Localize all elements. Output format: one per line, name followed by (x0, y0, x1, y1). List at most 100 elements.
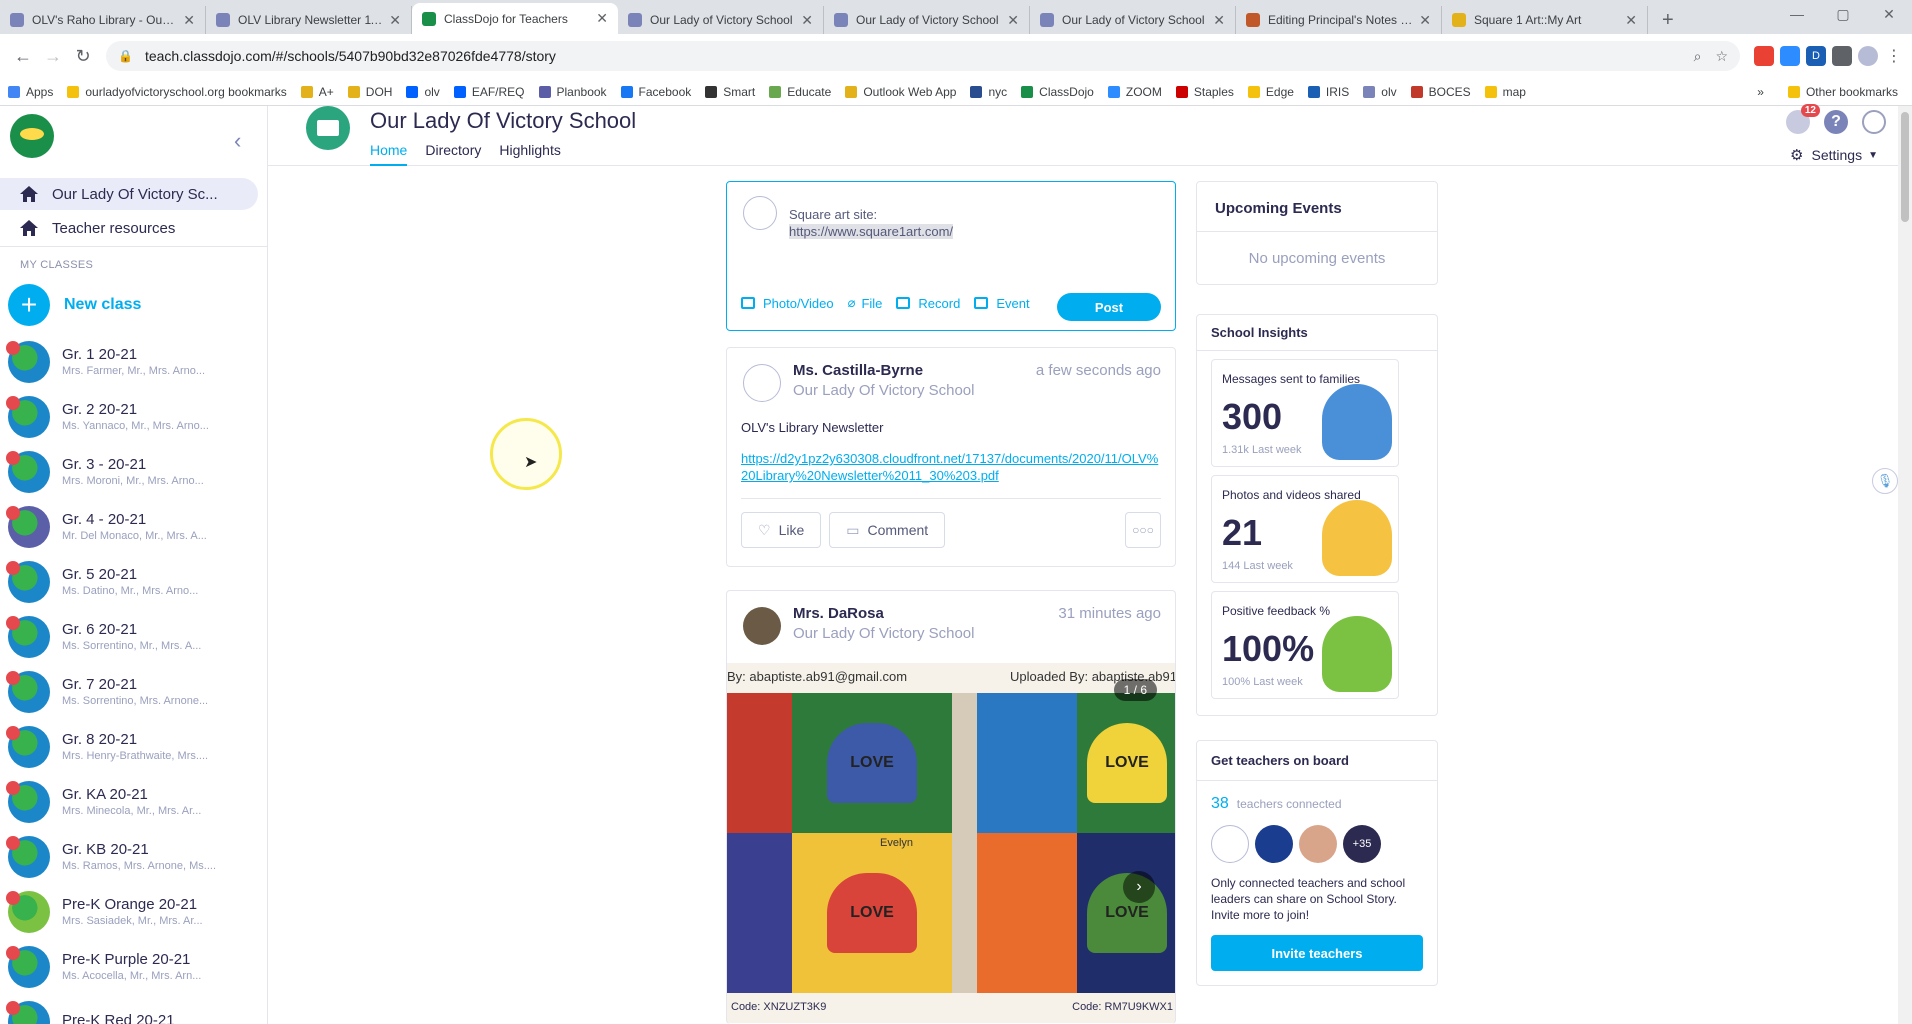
browser-tab[interactable]: Our Lady of Victory School ✕ (618, 6, 824, 34)
bookmark-item[interactable]: Planbook (538, 85, 607, 99)
post-author[interactable]: Mrs. DaRosa (793, 605, 884, 622)
notifications-icon[interactable]: 12 (1786, 104, 1820, 134)
back-icon[interactable]: ← (8, 41, 38, 71)
class-item[interactable]: Gr. 7 20-21 Ms. Sorrentino, Mrs. Arnone..… (0, 664, 267, 719)
bookmark-item[interactable]: olv (1363, 85, 1397, 99)
other-bookmarks[interactable]: Other bookmarks (1787, 85, 1898, 99)
invite-teachers-button[interactable]: Invite teachers (1211, 935, 1423, 971)
close-tab-icon[interactable]: ✕ (1007, 12, 1019, 29)
tab-directory[interactable]: Directory (425, 142, 481, 166)
class-item[interactable]: Gr. KB 20-21 Ms. Ramos, Mrs. Arnone, Ms..… (0, 829, 267, 884)
more-bookmarks-icon[interactable]: » (1757, 85, 1764, 99)
browser-tab[interactable]: ClassDojo for Teachers ✕ (412, 3, 618, 34)
new-class-button[interactable]: + New class (8, 284, 141, 326)
browser-tab[interactable]: Editing Principal's Notes - S ✕ (1236, 6, 1442, 34)
photo-video-button[interactable]: Photo/Video (741, 296, 834, 311)
author-avatar[interactable] (743, 607, 781, 645)
scrollbar-thumb[interactable] (1901, 112, 1909, 222)
post-composer[interactable]: Square art site: https://www.square1art.… (726, 181, 1176, 331)
zoom-extension-icon[interactable] (1780, 46, 1800, 66)
extension-icon[interactable] (1754, 46, 1774, 66)
close-tab-icon[interactable]: ✕ (1419, 12, 1431, 29)
browser-tab[interactable]: Our Lady of Victory School ✕ (824, 6, 1030, 34)
bookmark-item[interactable]: Edge (1247, 85, 1294, 99)
close-tab-icon[interactable]: ✕ (596, 10, 608, 27)
classdojo-logo[interactable] (10, 114, 54, 158)
scrollbar[interactable] (1898, 106, 1912, 1024)
browser-tab[interactable]: Our Lady of Victory School ✕ (1030, 6, 1236, 34)
record-button[interactable]: Record (896, 296, 960, 311)
like-button[interactable]: ♡ Like (741, 512, 822, 548)
browser-tab[interactable]: OLV Library Newsletter 11/3 ✕ (206, 6, 412, 34)
bookmark-item[interactable]: nyc (970, 85, 1007, 99)
bookmark-item[interactable]: Smart (705, 85, 755, 99)
sidebar-item-teacher-resources[interactable]: Teacher resources (0, 212, 258, 244)
class-item[interactable]: Gr. 5 20-21 Ms. Datino, Mr., Mrs. Arno... (0, 554, 267, 609)
profile-icon[interactable] (1858, 46, 1878, 66)
post-button[interactable]: Post (1057, 293, 1161, 321)
post-link[interactable]: https://d2y1pz2y630308.cloudfront.net/17… (741, 450, 1161, 484)
forward-icon[interactable]: → (38, 41, 68, 71)
menu-icon[interactable]: ⋮ (1884, 46, 1904, 66)
star-icon[interactable]: ☆ (1715, 48, 1728, 65)
post-photo[interactable]: By: abaptiste.ab91@gmail.com Uploaded By… (727, 663, 1175, 1023)
composer-text[interactable]: Square art site: https://www.square1art.… (789, 206, 954, 240)
class-item[interactable]: Gr. 2 20-21 Ms. Yannaco, Mr., Mrs. Arno..… (0, 389, 267, 444)
reload-icon[interactable]: ↻ (68, 41, 98, 71)
class-item[interactable]: Pre-K Red 20-21 (0, 994, 267, 1024)
settings-button[interactable]: ⚙ Settings ▼ (1790, 146, 1878, 164)
close-tab-icon[interactable]: ✕ (183, 12, 195, 29)
file-button[interactable]: ⌀ File (848, 295, 883, 311)
chevron-right-icon[interactable]: › (1123, 871, 1155, 903)
comment-button[interactable]: ▭ Comment (829, 512, 946, 548)
browser-tab[interactable]: OLV's Raho Library - Our La ✕ (0, 6, 206, 34)
class-item[interactable]: Gr. KA 20-21 Mrs. Minecola, Mr., Mrs. Ar.… (0, 774, 267, 829)
bookmark-item[interactable]: olv (406, 85, 440, 99)
bookmark-item[interactable]: Apps (8, 85, 53, 99)
bookmark-item[interactable]: Educate (769, 85, 831, 99)
d-extension-icon[interactable]: D (1806, 46, 1826, 66)
bookmark-item[interactable]: map (1484, 85, 1526, 99)
maximize-icon[interactable]: ▢ (1820, 0, 1866, 28)
bookmark-item[interactable]: ourladyofvictoryschool.org bookmarks (67, 85, 287, 99)
close-tab-icon[interactable]: ✕ (801, 12, 813, 29)
class-item[interactable]: Gr. 4 - 20-21 Mr. Del Monaco, Mr., Mrs. A… (0, 499, 267, 554)
class-item[interactable]: Gr. 8 20-21 Mrs. Henry-Brathwaite, Mrs...… (0, 719, 267, 774)
account-avatar[interactable] (1862, 110, 1886, 134)
class-item[interactable]: Gr. 3 - 20-21 Mrs. Moroni, Mr., Mrs. Arno… (0, 444, 267, 499)
tab-home[interactable]: Home (370, 142, 408, 166)
bookmark-item[interactable]: A+ (300, 85, 334, 99)
puzzle-icon[interactable] (1832, 46, 1852, 66)
bookmark-item[interactable]: ClassDojo (1021, 85, 1094, 99)
minimize-icon[interactable]: — (1774, 0, 1820, 28)
bookmark-item[interactable]: Staples (1175, 85, 1234, 99)
bookmark-item[interactable]: IRIS (1307, 85, 1349, 99)
new-tab-icon[interactable]: + (1648, 6, 1688, 34)
avatar[interactable] (1211, 825, 1249, 863)
url-field[interactable]: 🔒 teach.classdojo.com/#/schools/5407b90b… (106, 41, 1740, 71)
bookmark-item[interactable]: BOCES (1410, 85, 1471, 99)
class-item[interactable]: Pre-K Purple 20-21 Ms. Acocella, Mr., Mrs… (0, 939, 267, 994)
bookmark-item[interactable]: ZOOM (1107, 85, 1162, 99)
collapse-sidebar-icon[interactable]: ‹ (234, 128, 241, 154)
zoom-icon[interactable]: ⌕ (1694, 48, 1702, 65)
bookmark-item[interactable]: EAF/REQ (453, 85, 525, 99)
more-options-icon[interactable]: ○○○ (1125, 512, 1161, 548)
class-item[interactable]: Pre-K Orange 20-21 Mrs. Sasiadek, Mr., Mr… (0, 884, 267, 939)
close-tab-icon[interactable]: ✕ (389, 12, 401, 29)
author-avatar[interactable] (743, 364, 781, 402)
class-item[interactable]: Gr. 1 20-21 Mrs. Farmer, Mr., Mrs. Arno..… (0, 334, 267, 389)
microphone-icon[interactable]: 🎙 (1872, 468, 1898, 494)
class-item[interactable]: Gr. 6 20-21 Ms. Sorrentino, Mr., Mrs. A..… (0, 609, 267, 664)
event-button[interactable]: Event (974, 296, 1030, 311)
close-tab-icon[interactable]: ✕ (1213, 12, 1225, 29)
browser-tab[interactable]: Square 1 Art::My Art ✕ (1442, 6, 1648, 34)
avatar[interactable] (1299, 825, 1337, 863)
close-window-icon[interactable]: ✕ (1866, 0, 1912, 28)
avatar[interactable] (1255, 825, 1293, 863)
bookmark-item[interactable]: Outlook Web App (845, 85, 956, 99)
bookmark-item[interactable]: Facebook (620, 85, 691, 99)
post-author[interactable]: Ms. Castilla-Byrne (793, 362, 923, 379)
bookmark-item[interactable]: DOH (347, 85, 392, 99)
more-avatars[interactable]: +35 (1343, 825, 1381, 863)
